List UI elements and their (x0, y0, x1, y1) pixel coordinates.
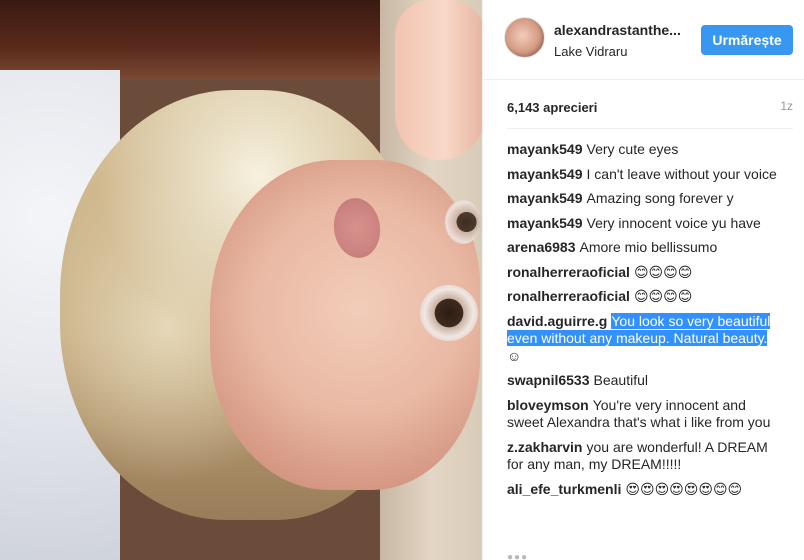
comment: z.zakharvin you are wonderful! A DREAM fo… (507, 439, 785, 474)
avatar[interactable] (504, 17, 545, 58)
likes-count[interactable]: 6,143 aprecieri (507, 100, 597, 115)
comment-author[interactable]: z.zakharvin (507, 439, 582, 455)
comment-text: 😍😍😍😍😍😍😊😊 (625, 480, 743, 497)
comment-author[interactable]: david.aguirre.g (507, 313, 607, 329)
comment: mayank549 Very cute eyes (507, 141, 785, 159)
comment-author[interactable]: mayank549 (507, 166, 583, 182)
comment-author[interactable]: bloveymson (507, 397, 589, 413)
comment: ali_efe_turkmenli 😍😍😍😍😍😍😊😊 (507, 481, 785, 499)
comment-author[interactable]: ali_efe_turkmenli (507, 481, 621, 497)
comment-text: Amazing song forever y (586, 190, 734, 206)
location-link[interactable]: Lake Vidraru (554, 44, 714, 59)
post-time[interactable]: 1z (780, 99, 793, 113)
comment: mayank549 Amazing song forever y (507, 190, 785, 208)
post-side-panel: alexandrastanthe... Lake Vidraru Urmăreș… (482, 0, 804, 560)
comment-text: 😊😊😊😊 (633, 288, 693, 304)
comment-author[interactable]: ronalherreraoficial (507, 264, 630, 280)
comment-author[interactable]: swapnil6533 (507, 372, 590, 388)
comment-author[interactable]: mayank549 (507, 141, 583, 157)
comment-text: I can't leave without your voice (586, 165, 777, 182)
photo-hand (395, 0, 482, 160)
comment: david.aguirre.g You look so very beautifu… (507, 312, 785, 366)
likes-row: 6,143 aprecieri 1z (507, 99, 793, 115)
comment: arena6983 Amore mio bellissumo (507, 239, 785, 257)
comment-author[interactable]: arena6983 (507, 239, 576, 255)
scroll-fade (483, 540, 804, 560)
comment-text: ☺ (507, 347, 522, 364)
comment-text: Amore mio bellissumo (579, 239, 718, 255)
post-photo[interactable] (0, 0, 482, 560)
photo-eye-2 (445, 200, 481, 244)
ellipsis-icon[interactable]: ●●● (507, 552, 527, 560)
comments-list[interactable]: mayank549 Very cute eyes mayank549 I can't… (507, 141, 785, 541)
comment: mayank549 Very innocent voice yu have (507, 215, 785, 233)
comment-text: Beautiful (593, 372, 648, 388)
comment-text: Very innocent voice yu have (586, 214, 761, 231)
post-header: alexandrastanthe... Lake Vidraru Urmăreș… (483, 0, 804, 80)
comment: mayank549 I can't leave without your voic… (507, 166, 785, 184)
comment-author[interactable]: mayank549 (507, 190, 583, 206)
comment: bloveymson You're very innocent and sweet… (507, 397, 785, 432)
user-info: alexandrastanthe... Lake Vidraru (554, 22, 714, 59)
comment: ronalherreraoficial 😊😊😊😊 (507, 288, 785, 306)
comment-author[interactable]: ronalherreraoficial (507, 288, 630, 304)
photo-eye (420, 285, 478, 341)
comment-text: 😊😊😊😊 (633, 263, 693, 280)
divider (507, 128, 793, 129)
comment: swapnil6533 Beautiful (507, 372, 785, 390)
comment-text: Very cute eyes (586, 141, 679, 157)
username-link[interactable]: alexandrastanthe... (554, 22, 704, 38)
comment-author[interactable]: mayank549 (507, 215, 583, 231)
follow-button[interactable]: Urmărește (701, 25, 793, 55)
comment: ronalherreraoficial 😊😊😊😊 (507, 264, 785, 282)
